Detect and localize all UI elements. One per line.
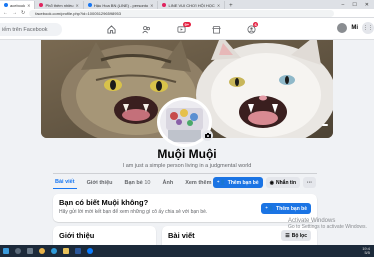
know-this-person-card: Bạn có biết Muội không? Hãy gửi lời mời … bbox=[53, 194, 317, 222]
facebook-favicon-icon bbox=[4, 3, 8, 7]
back-icon[interactable]: ← bbox=[3, 10, 8, 16]
windows-start-icon[interactable] bbox=[3, 248, 9, 254]
facebook-header: iếm trên Facebook 9+ 6 Mi ⋮⋮ bbox=[0, 18, 374, 40]
tab-label: LINE VUI CHƠI HỘI HỌC bbox=[168, 2, 215, 8]
marketplace-icon bbox=[212, 25, 221, 34]
facebook-search-input[interactable]: iếm trên Facebook bbox=[0, 23, 62, 36]
camera-icon[interactable] bbox=[202, 130, 213, 141]
filter-button[interactable]: ☰ Bộ lọc bbox=[281, 230, 311, 241]
word-icon[interactable] bbox=[75, 248, 81, 254]
tab-label: Phổ thêm nhiều bbox=[45, 2, 74, 8]
browser-tab-3[interactable]: Hậu Hoa BN (LINE) - personto ✕ bbox=[84, 1, 159, 9]
chrome-icon[interactable] bbox=[39, 248, 45, 254]
groups-badge: 6 bbox=[253, 22, 259, 27]
url-field[interactable]: facebook.com/profile.php?id=100051296598… bbox=[29, 9, 334, 17]
friends-count: 10 bbox=[144, 179, 151, 186]
add-friend-icon: ⁺👤 bbox=[265, 205, 275, 212]
card-add-friend-label: Thêm bạn bè bbox=[276, 205, 307, 212]
card-subtitle: Hãy gửi lời mời kết bạn để xem những gì … bbox=[59, 209, 208, 215]
profile-name: Muội Muội bbox=[157, 147, 217, 161]
zalo-icon[interactable] bbox=[87, 248, 93, 254]
messenger-icon: ◉ bbox=[269, 179, 274, 186]
filter-label: Bộ lọc bbox=[291, 232, 307, 239]
activate-windows-watermark: Activate Windows Go to Settings to activ… bbox=[288, 218, 368, 230]
nav-groups[interactable]: 6 bbox=[234, 20, 269, 38]
address-bar: ← → ↻ facebook.com/profile.php?id=100051… bbox=[0, 9, 374, 18]
account-name[interactable]: Mi bbox=[351, 25, 358, 31]
browser-tab-facebook[interactable]: acebook ✕ bbox=[0, 1, 36, 9]
close-tab-icon[interactable]: ✕ bbox=[150, 3, 153, 8]
browser-tab-2[interactable]: Phổ thêm nhiều ✕ bbox=[35, 1, 84, 9]
grid-icon[interactable]: ⋮⋮ bbox=[362, 22, 374, 34]
tab-friends[interactable]: Bạn bè 10 bbox=[123, 176, 153, 189]
add-friend-button[interactable]: ⁺👤 Thêm bạn bè bbox=[212, 177, 263, 188]
edit-cover-button bbox=[322, 124, 328, 126]
add-friend-icon: ⁺👤 bbox=[216, 179, 226, 186]
task-view-icon[interactable] bbox=[27, 248, 33, 254]
facebook-main-nav: 9+ 6 bbox=[94, 20, 269, 38]
tab-favicon-icon bbox=[162, 3, 167, 7]
profile-bio: I am just a simple person living in a ju… bbox=[122, 163, 252, 169]
account-area: Mi ⋮⋮ bbox=[337, 22, 374, 34]
window-controls: – ☐ ✕ bbox=[342, 0, 374, 9]
browser-tab-4[interactable]: LINE VUI CHƠI HỘI HỌC ✕ bbox=[158, 1, 226, 9]
maximize-button[interactable]: ☐ bbox=[352, 2, 356, 8]
forward-icon[interactable]: → bbox=[12, 10, 17, 16]
home-icon bbox=[107, 24, 116, 34]
minimize-button[interactable]: – bbox=[342, 2, 345, 8]
tab-posts[interactable]: Bài viết bbox=[53, 176, 77, 189]
activate-subtitle: Go to Settings to activate Windows. bbox=[288, 224, 367, 230]
avatar[interactable] bbox=[337, 23, 348, 33]
intro-title: Giới thiệu bbox=[59, 231, 95, 240]
close-tab-icon[interactable]: ✕ bbox=[27, 3, 30, 8]
close-tab-icon[interactable]: ✕ bbox=[76, 3, 79, 8]
card-title: Bạn có biết Muội không? bbox=[59, 198, 149, 207]
add-friend-label: Thêm bạn bè bbox=[227, 179, 259, 186]
more-options-button[interactable]: ··· bbox=[303, 177, 316, 188]
edge-icon[interactable] bbox=[51, 248, 57, 254]
profile-tabs: Bài viết Giới thiệu Bạn bè 10 Ảnh Xem th… bbox=[53, 176, 218, 189]
tab-friends-label: Bạn bè bbox=[124, 179, 143, 186]
tab-about[interactable]: Giới thiệu bbox=[85, 176, 115, 189]
search-icon[interactable] bbox=[15, 248, 21, 254]
profile-divider bbox=[53, 173, 317, 174]
friends-icon bbox=[142, 25, 150, 33]
close-window-button[interactable]: ✕ bbox=[365, 2, 369, 8]
tab-label: Hậu Hoa BN (LINE) - personto bbox=[93, 2, 149, 8]
nav-marketplace[interactable] bbox=[199, 20, 234, 38]
card-add-friend-button[interactable]: ⁺👤 Thêm bạn bè bbox=[261, 203, 311, 214]
tab-label: acebook bbox=[10, 2, 26, 8]
nav-friends[interactable] bbox=[129, 20, 164, 38]
watch-badge: 9+ bbox=[183, 22, 191, 27]
nav-watch[interactable]: 9+ bbox=[164, 20, 199, 38]
profile-actions: ⁺👤 Thêm bạn bè ◉ Nhắn tin ··· bbox=[212, 177, 316, 188]
browser-tab-bar: acebook ✕ Phổ thêm nhiều ✕ Hậu Hoa BN (L… bbox=[0, 0, 374, 9]
file-explorer-icon[interactable] bbox=[63, 248, 69, 254]
tab-photos[interactable]: Ảnh bbox=[161, 176, 176, 189]
nav-home[interactable] bbox=[94, 20, 129, 38]
tab-favicon-icon bbox=[87, 3, 92, 7]
close-tab-icon[interactable]: ✕ bbox=[217, 3, 220, 8]
tray-date: 5/5 bbox=[364, 250, 370, 255]
reload-icon[interactable]: ↻ bbox=[21, 10, 25, 16]
windows-taskbar: 19:4 5/5 bbox=[0, 245, 374, 257]
system-tray[interactable]: 19:4 5/5 bbox=[362, 246, 374, 256]
url-text: facebook.com/profile.php?id=100051296598… bbox=[35, 10, 121, 16]
posts-title: Bài viết bbox=[168, 231, 195, 240]
filter-icon: ☰ bbox=[285, 232, 290, 239]
message-button[interactable]: ◉ Nhắn tin bbox=[265, 177, 300, 188]
tab-favicon-icon bbox=[39, 3, 44, 7]
message-label: Nhắn tin bbox=[276, 179, 296, 186]
search-placeholder: iếm trên Facebook bbox=[2, 26, 48, 33]
